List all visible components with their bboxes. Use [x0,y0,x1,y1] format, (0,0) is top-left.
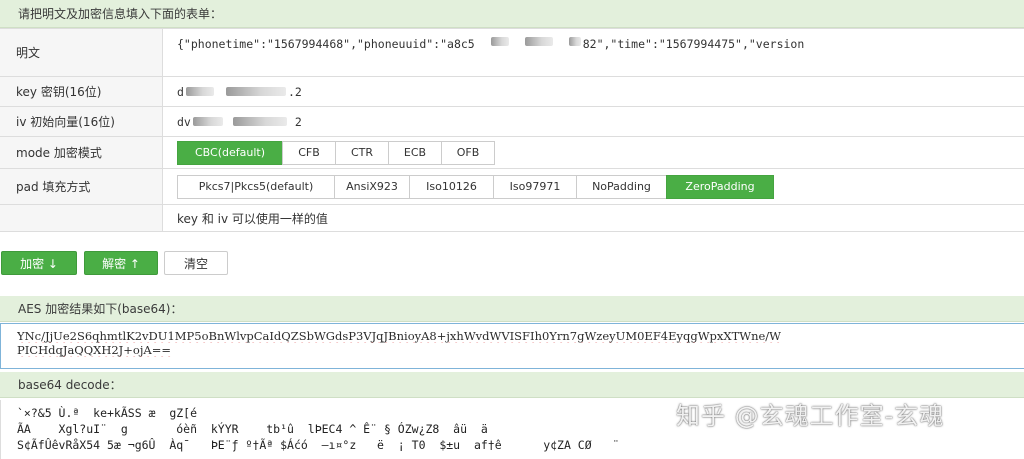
redaction-mask [490,37,509,46]
pad-option-iso10126[interactable]: Iso10126 [409,174,494,199]
result-header-title: AES 加密结果如下(base64)： [18,302,183,316]
iv-value-start: dv [177,114,191,129]
pad-option-iso97971[interactable]: Iso97971 [493,174,577,199]
mode-row: mode 加密模式 CBC(default) CFB CTR ECB OFB [0,136,1024,168]
mode-option-cfb[interactable]: CFB [282,140,336,165]
decode-header-title: base64 decode： [18,378,122,392]
form-header-title: 请把明文及加密信息填入下面的表单： [18,7,223,21]
key-row: key 密钥(16位) d .2 [0,76,1024,106]
decode-header: base64 decode： [0,372,1024,398]
decode-line-3: S¢ÃfÛêvRåX54 5æ ¬g6Û Àq¯ ÞE¨ƒ º†Ãª $Áćó … [17,438,620,452]
redaction-mask [185,87,214,96]
mode-option-ofb[interactable]: OFB [441,140,495,165]
key-value-start: d [177,84,184,99]
iv-input[interactable]: dv 2 [163,107,1024,136]
pad-row: pad 填充方式 Pkcs7|Pkcs5(default) AnsiX923 I… [0,168,1024,204]
redaction-mask [192,117,223,126]
mode-option-cbc[interactable]: CBC(default) [177,140,283,165]
redaction-mask [568,37,581,46]
mode-options: CBC(default) CFB CTR ECB OFB [177,140,495,165]
pad-option-ansix923[interactable]: AnsiX923 [334,174,410,199]
redaction-mask [225,87,286,96]
result-output[interactable]: YNc/JjUe2S6qhmtlK2vDU1MP5oBnWlvpCaIdQZSb… [0,323,1024,369]
pad-option-pkcs7[interactable]: Pkcs7|Pkcs5(default) [177,174,335,199]
form-header: 请把明文及加密信息填入下面的表单： [0,0,1024,28]
mode-option-ctr[interactable]: CTR [335,140,389,165]
note-label [0,205,163,231]
plaintext-value-start: {"phonetime":"1567994468","phoneuuid":"a… [177,37,475,51]
plaintext-input[interactable]: {"phonetime":"1567994468","phoneuuid":"a… [163,29,1024,76]
pad-option-zeropadding[interactable]: ZeroPadding [666,174,774,199]
key-label: key 密钥(16位) [0,77,163,106]
encrypt-button[interactable]: 加密 ↓ [1,251,77,275]
note-text: key 和 iv 可以使用一样的值 [177,211,328,226]
iv-row: iv 初始向量(16位) dv 2 [0,106,1024,136]
mode-label: mode 加密模式 [0,137,163,168]
result-header: AES 加密结果如下(base64)： [0,296,1024,322]
note-row: key 和 iv 可以使用一样的值 [0,204,1024,232]
result-line-2: PICHdqJaQQXH2J+ojA== [17,343,171,357]
pad-options: Pkcs7|Pkcs5(default) AnsiX923 Iso10126 I… [177,174,774,199]
pad-option-nopadding[interactable]: NoPadding [576,174,667,199]
redaction-mask [524,37,553,46]
redaction-mask [232,117,287,126]
zhihu-watermark: 知乎 @玄魂工作室-玄魂 [676,402,945,430]
plaintext-row: 明文 {"phonetime":"1567994468","phoneuuid"… [0,28,1024,76]
key-input[interactable]: d .2 [163,77,1024,106]
mode-option-ecb[interactable]: ECB [388,140,442,165]
iv-label: iv 初始向量(16位) [0,107,163,136]
iv-value-end: 2 [294,114,302,129]
plaintext-value-end: 82","time":"1567994475","version [582,37,805,51]
decrypt-button[interactable]: 解密 ↑ [84,251,158,275]
result-line-1: YNc/JjUe2S6qhmtlK2vDU1MP5oBnWlvpCaIdQZSb… [17,329,781,343]
clear-button[interactable]: 清空 [164,251,228,275]
pad-label: pad 填充方式 [0,169,163,204]
plaintext-label: 明文 [0,29,163,76]
key-value-end: .2 [287,84,302,99]
